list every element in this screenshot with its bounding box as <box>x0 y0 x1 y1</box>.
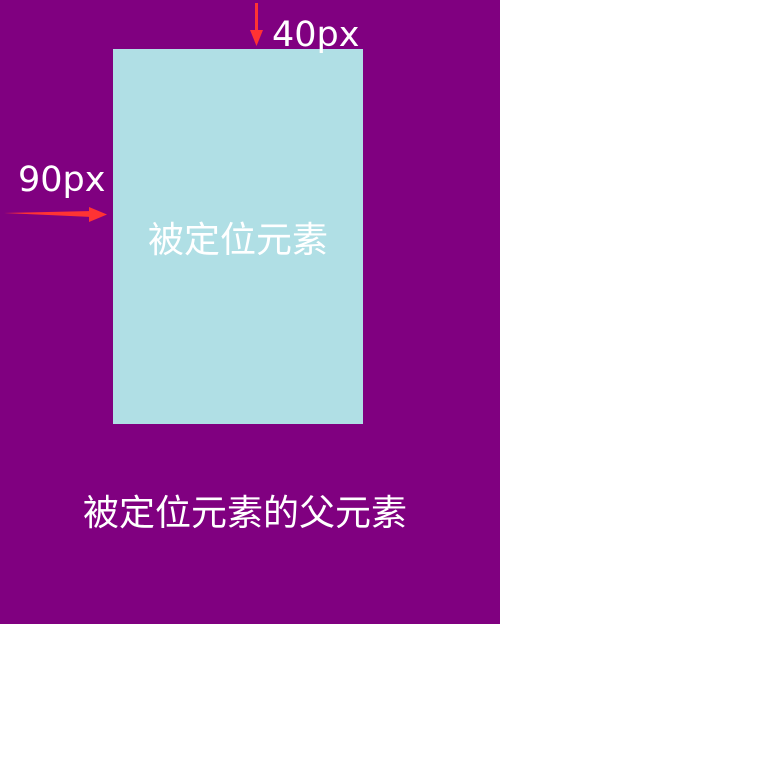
parent-element-box: 被定位元素 被定位元素的父元素 40px 90px <box>0 0 500 624</box>
right-arrow-icon <box>4 207 107 222</box>
down-arrow-icon <box>250 3 263 46</box>
offset-arrows <box>4 3 263 222</box>
